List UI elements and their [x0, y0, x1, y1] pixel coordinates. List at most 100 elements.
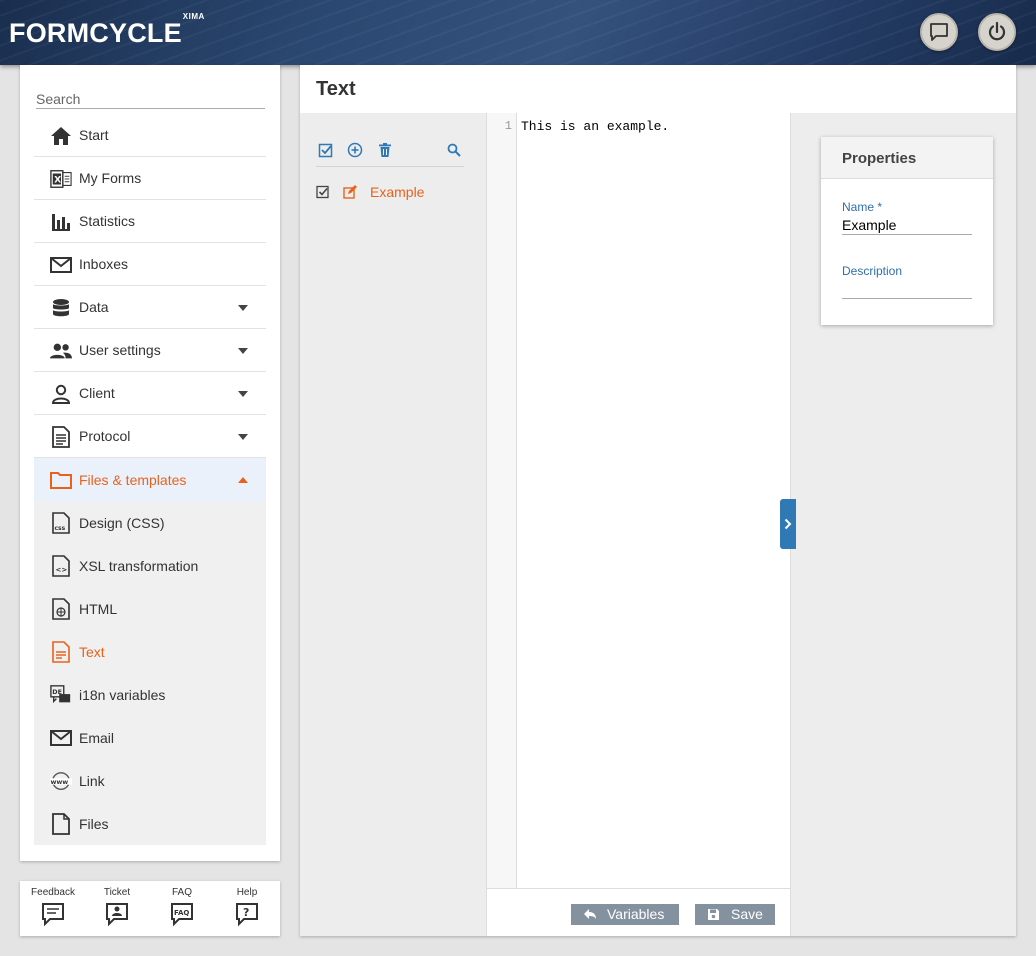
name-label: Name *: [842, 200, 883, 214]
feedback-link[interactable]: Feedback: [23, 887, 83, 927]
faq-link[interactable]: FAQ FAQ: [152, 887, 212, 927]
line-number: 1: [504, 119, 512, 133]
app-header: FORMCYCLEXIMA: [0, 0, 1036, 65]
sidebar-item-start[interactable]: Start: [34, 114, 266, 157]
sidebar-subitem-design-css[interactable]: css Design (CSS): [34, 501, 266, 544]
app-logo[interactable]: FORMCYCLEXIMA: [9, 12, 205, 49]
delete-icon[interactable]: [377, 142, 393, 158]
svg-text:FAQ: FAQ: [174, 909, 189, 917]
sidebar-item-protocol[interactable]: Protocol: [34, 415, 266, 458]
sidebar-item-label: Client: [79, 385, 115, 401]
css-file-icon: css: [50, 512, 72, 534]
footer-link-label: Help: [236, 887, 258, 898]
database-icon: [50, 297, 72, 319]
file-list-item[interactable]: Example: [316, 183, 466, 203]
footer-link-label: Feedback: [31, 887, 75, 898]
svg-text:css: css: [55, 525, 66, 532]
statistics-icon: [50, 211, 72, 233]
home-icon: [50, 125, 72, 147]
footer-link-label: Ticket: [103, 887, 131, 898]
help-link[interactable]: Help ?: [217, 887, 277, 927]
save-button[interactable]: Save: [695, 904, 775, 925]
sidebar-item-files-templates[interactable]: Files & templates: [34, 458, 266, 501]
folder-icon: [50, 469, 72, 491]
chat-button[interactable]: [920, 13, 958, 51]
sidebar-item-label: Text: [79, 643, 105, 660]
sidebar-subitem-i18n[interactable]: DE i18n variables: [34, 673, 266, 716]
forms-icon: X: [50, 168, 72, 190]
person-icon: [50, 383, 72, 405]
footer-link-label: FAQ: [171, 887, 192, 898]
file-name: Example: [370, 184, 425, 200]
text-file-icon: [50, 641, 72, 663]
sidebar-subnav: css Design (CSS) <> XSL transformation H…: [34, 501, 266, 845]
sidebar-subitem-html[interactable]: HTML: [34, 587, 266, 630]
mail-icon: [50, 254, 72, 276]
sidebar-item-label: Link: [79, 772, 105, 789]
users-icon: [50, 340, 72, 362]
sidebar-subitem-xsl[interactable]: <> XSL transformation: [34, 544, 266, 587]
search-icon[interactable]: [446, 142, 462, 158]
sidebar-item-client[interactable]: Client: [34, 372, 266, 415]
edit-icon[interactable]: [343, 185, 358, 200]
xsl-file-icon: <>: [50, 555, 72, 577]
chevron-up-icon: [238, 477, 248, 483]
chevron-down-icon: [238, 348, 248, 354]
save-label: Save: [731, 906, 763, 922]
select-all-icon[interactable]: [318, 142, 334, 158]
sidebar-item-label: Statistics: [79, 213, 136, 229]
power-icon: [988, 21, 1006, 41]
properties-card: Properties Name * Description: [821, 137, 993, 325]
sidebar-item-label: Protocol: [79, 428, 131, 444]
collapse-properties-button[interactable]: [780, 499, 796, 549]
sidebar-item-label: XSL transformation: [79, 557, 199, 574]
chevron-right-icon: [784, 518, 792, 530]
save-icon: [708, 909, 719, 920]
search-input[interactable]: [36, 89, 265, 109]
ticket-link[interactable]: Ticket: [87, 887, 147, 927]
editor-content[interactable]: This is an example.: [521, 119, 669, 134]
sidebar-item-label: User settings: [79, 342, 161, 358]
sidebar-subitem-files[interactable]: Files: [34, 802, 266, 845]
sidebar-item-statistics[interactable]: Statistics: [34, 200, 266, 243]
sidebar-item-label: Inboxes: [79, 256, 129, 272]
sidebar-item-user-settings[interactable]: User settings: [34, 329, 266, 372]
www-icon: www: [50, 770, 72, 792]
name-field[interactable]: [842, 215, 972, 235]
svg-text:X: X: [54, 175, 61, 186]
logout-button[interactable]: [978, 13, 1016, 51]
variables-button[interactable]: Variables: [571, 904, 679, 925]
chevron-down-icon: [238, 434, 248, 440]
sidebar-subitem-text[interactable]: Text: [34, 630, 266, 673]
sidebar-item-label: HTML: [79, 600, 118, 617]
feedback-icon: [42, 903, 64, 927]
sidebar-subitem-link[interactable]: www Link: [34, 759, 266, 802]
sidebar-item-inboxes[interactable]: Inboxes: [34, 243, 266, 286]
code-editor[interactable]: 1 This is an example.: [486, 113, 790, 888]
mail-icon: [50, 727, 72, 749]
html-file-icon: [50, 598, 72, 620]
sidebar-subitem-email[interactable]: Email: [34, 716, 266, 759]
sidebar-item-label: Files & templates: [79, 471, 187, 488]
i18n-icon: DE: [50, 684, 72, 706]
properties-title: Properties: [821, 137, 993, 179]
sidebar-item-data[interactable]: Data: [34, 286, 266, 329]
description-field[interactable]: [842, 279, 972, 299]
reply-icon: [584, 909, 596, 919]
sidebar: Start X My Forms Statistics Inboxes Data…: [20, 65, 280, 861]
sidebar-nav: Start X My Forms Statistics Inboxes Data…: [34, 114, 266, 845]
add-icon[interactable]: [347, 142, 363, 158]
sidebar-item-label: Start: [79, 127, 109, 143]
help-icon: ?: [236, 903, 258, 927]
variables-label: Variables: [607, 906, 665, 922]
file-toolbar: [316, 139, 464, 167]
page-title: Text: [316, 78, 356, 100]
chevron-down-icon: [238, 305, 248, 311]
chat-icon: [930, 23, 948, 41]
sidebar-item-label: Data: [79, 299, 109, 315]
checkbox-icon[interactable]: [316, 185, 330, 199]
sidebar-item-label: i18n variables: [79, 686, 166, 703]
editor-gutter: 1: [487, 113, 517, 888]
document-icon: [50, 426, 72, 448]
sidebar-item-my-forms[interactable]: X My Forms: [34, 157, 266, 200]
